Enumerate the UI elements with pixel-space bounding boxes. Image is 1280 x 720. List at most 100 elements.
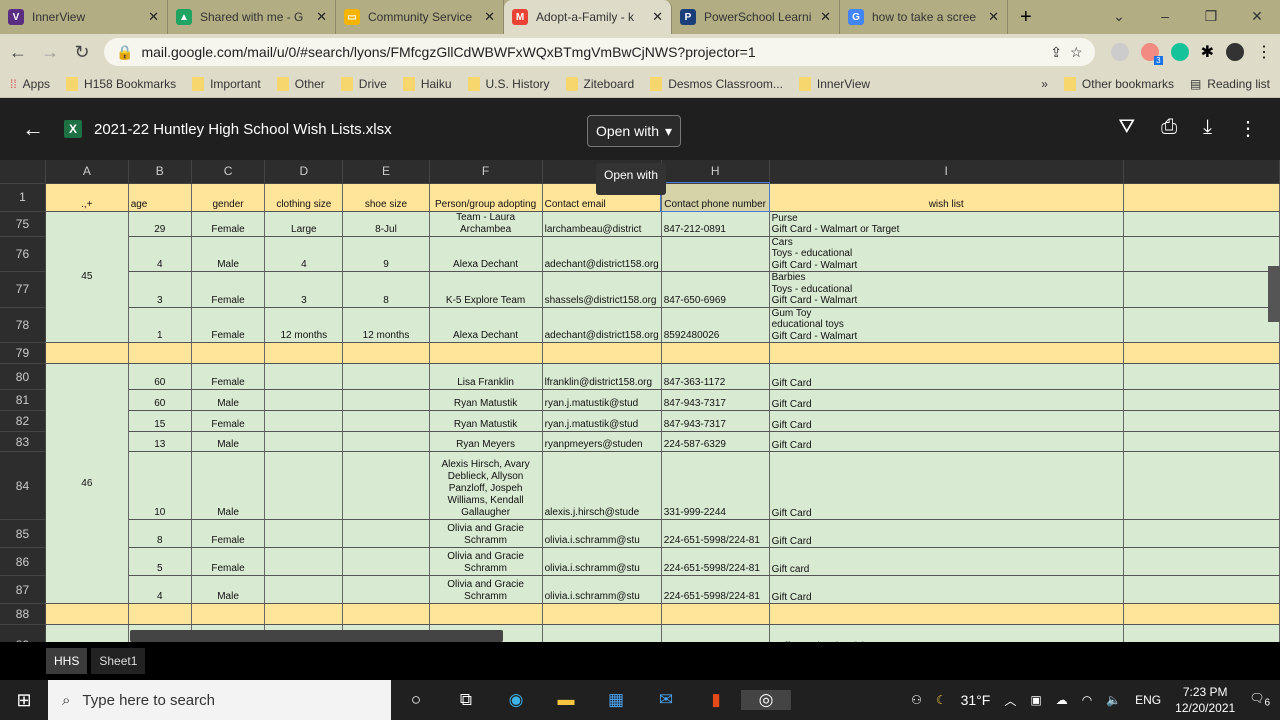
temperature[interactable]: 31°F [961, 692, 991, 708]
file-explorer-icon[interactable]: ▬ [541, 690, 591, 710]
cell[interactable]: 847-212-0891 [661, 211, 770, 237]
browser-tab[interactable]: P PowerSchool Learni ✕ [672, 0, 840, 34]
header-cell[interactable]: Contact phone number [660, 182, 771, 212]
sheet-tab-hhs[interactable]: HHS [46, 648, 88, 674]
cell[interactable] [342, 547, 430, 576]
horizontal-scrollbar[interactable] [130, 630, 503, 642]
bookmark-item[interactable]: Important [192, 76, 261, 91]
forward-icon[interactable]: → [40, 42, 60, 63]
header-cell[interactable]: .,+ [45, 183, 129, 212]
row-number[interactable]: 75 [0, 211, 46, 237]
cell[interactable] [1123, 342, 1280, 364]
cell[interactable]: olivia.i.schramm@stu [542, 575, 662, 604]
cell[interactable]: Female [191, 547, 266, 576]
cell[interactable]: 12 months [264, 307, 344, 343]
reload-icon[interactable]: ↻ [72, 42, 92, 63]
mail-icon[interactable]: ✉ [641, 690, 691, 710]
notification-icon[interactable]: 🗨6 [1249, 691, 1270, 708]
bookmark-item[interactable]: Other [276, 76, 325, 91]
cell[interactable]: Male [191, 451, 266, 520]
cell[interactable]: 9 [342, 236, 430, 272]
row-number[interactable]: 77 [0, 271, 46, 308]
cell[interactable] [264, 451, 344, 520]
cell[interactable]: Female [191, 519, 266, 548]
row-number[interactable]: 82 [0, 410, 46, 432]
cell[interactable] [1123, 183, 1280, 212]
office-icon[interactable]: ▮ [691, 690, 741, 710]
cell[interactable]: larchambeau@district [542, 211, 662, 237]
cell[interactable]: alexis.j.hirsch@stude [542, 451, 662, 520]
cell[interactable] [1123, 389, 1280, 411]
cell[interactable]: Female [191, 307, 266, 343]
cell[interactable] [342, 451, 430, 520]
tab-close-icon[interactable]: ✕ [652, 9, 663, 25]
cell[interactable]: Lisa Franklin [429, 363, 543, 390]
cell[interactable]: Alexa Dechant [429, 236, 543, 272]
close-window-button[interactable]: ✕ [1234, 0, 1280, 34]
cell[interactable] [1123, 624, 1280, 642]
tab-close-icon[interactable]: ✕ [316, 9, 327, 25]
tab-close-icon[interactable]: ✕ [484, 9, 495, 25]
cell[interactable] [542, 624, 662, 642]
store-icon[interactable]: ▦ [591, 690, 641, 710]
edge-icon[interactable]: ◉ [491, 690, 541, 710]
row-number[interactable]: 88 [0, 603, 46, 625]
cell[interactable]: Alexa Dechant [429, 307, 543, 343]
corner-cell[interactable] [0, 160, 46, 184]
cell[interactable]: 12 months [342, 307, 430, 343]
column-header[interactable]: D [264, 160, 344, 184]
cell[interactable] [264, 389, 344, 411]
cell[interactable]: 224-651-5998/224-81 [661, 547, 770, 576]
cell[interactable] [128, 603, 192, 625]
cell[interactable] [342, 410, 430, 432]
taskbar-search[interactable]: ⌕ Type here to search [48, 680, 391, 720]
cell[interactable]: K-5 Explore Team [429, 271, 543, 308]
cell[interactable] [1123, 211, 1280, 237]
cell[interactable]: olivia.i.schramm@stu [542, 547, 662, 576]
download-icon[interactable]: ⤓ [1203, 116, 1212, 141]
cell[interactable]: 60 [128, 363, 192, 390]
cell[interactable]: Gift Card [769, 389, 1124, 411]
reading-list[interactable]: ▤ Reading list [1190, 77, 1270, 91]
clock[interactable]: 7:23 PM 12/20/2021 [1175, 684, 1235, 716]
cell[interactable]: Female [191, 271, 266, 308]
cell[interactable]: Male [191, 389, 266, 411]
menu-icon[interactable]: ⋮ [1256, 42, 1272, 62]
cell[interactable] [191, 342, 266, 364]
cell[interactable]: 4 [264, 236, 344, 272]
cell[interactable]: Gum Toy educational toys Gift Card - Wal… [769, 307, 1124, 343]
row-number[interactable]: 83 [0, 431, 46, 452]
profile-avatar[interactable] [1226, 43, 1244, 61]
cell[interactable] [1123, 575, 1280, 604]
cell[interactable]: 4 [128, 236, 192, 272]
cell[interactable]: Gift Card [769, 363, 1124, 390]
more-bookmarks-icon[interactable]: » [1041, 77, 1048, 91]
cell[interactable] [342, 603, 430, 625]
cell[interactable]: Male [191, 431, 266, 452]
cell[interactable]: Olivia and Gracie Schramm [429, 575, 543, 604]
column-header[interactable]: F [429, 160, 543, 184]
star-icon[interactable]: ☆ [1070, 44, 1083, 61]
row-number[interactable]: 1 [0, 183, 46, 212]
row-number[interactable]: 89 [0, 624, 46, 642]
people-icon[interactable]: ⚇ [911, 693, 922, 707]
cell[interactable]: 847-943-7317 [661, 389, 770, 411]
cell[interactable]: Female [191, 363, 266, 390]
cell[interactable]: ryan.j.matustik@stud [542, 389, 662, 411]
cortana-icon[interactable]: ○ [391, 690, 441, 710]
cell[interactable]: Gift Card [769, 519, 1124, 548]
wifi-icon[interactable]: ◠ [1082, 693, 1092, 707]
cell[interactable] [264, 575, 344, 604]
cell[interactable]: 8 [128, 519, 192, 548]
add-to-drive-icon[interactable]: ⛛ [1118, 116, 1135, 141]
cell[interactable]: Gift Card [769, 431, 1124, 452]
header-cell[interactable]: Person/group adopting [429, 183, 543, 212]
cell[interactable] [1123, 431, 1280, 452]
cell[interactable] [1123, 519, 1280, 548]
header-cell[interactable]: wish list [769, 183, 1124, 212]
cell[interactable]: 4 [128, 575, 192, 604]
share-icon[interactable]: ⇪ [1050, 44, 1062, 61]
volume-icon[interactable]: 🔈 [1106, 693, 1121, 707]
cell[interactable] [342, 519, 430, 548]
cell[interactable]: 29 [128, 211, 192, 237]
